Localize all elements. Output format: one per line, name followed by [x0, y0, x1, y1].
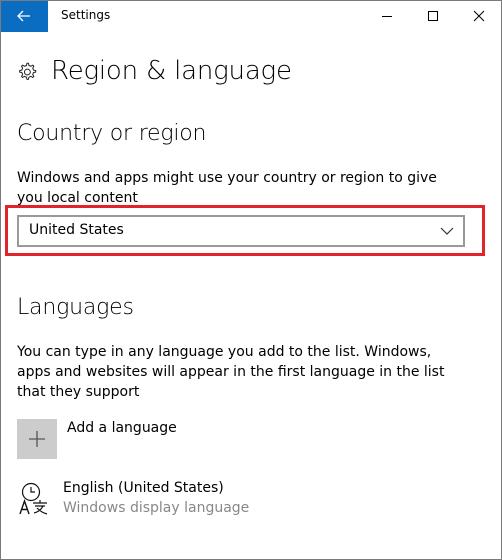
plus-icon [29, 431, 45, 447]
country-section-title: Country or region [17, 121, 207, 146]
country-dropdown[interactable]: United States [17, 215, 465, 247]
add-language-button[interactable] [17, 419, 57, 459]
languages-description: You can type in any language you add to … [17, 344, 445, 400]
language-name[interactable]: English (United States) [63, 480, 224, 496]
minimize-icon [382, 16, 392, 17]
window-title: Settings [61, 8, 111, 22]
close-icon [473, 10, 485, 22]
page-title: Region & language [51, 56, 292, 86]
arrow-left-icon [17, 10, 30, 22]
country-description: Windows and apps might use your country … [17, 170, 437, 206]
title-bar: Settings [0, 0, 502, 32]
language-icon [19, 482, 48, 515]
close-button[interactable] [456, 0, 502, 32]
minimize-button[interactable] [364, 0, 410, 32]
maximize-icon [428, 11, 438, 21]
language-subtitle: Windows display language [63, 500, 250, 516]
back-button[interactable] [0, 0, 48, 32]
country-dropdown-value: United States [29, 222, 124, 238]
languages-section-title: Languages [17, 295, 134, 320]
maximize-button[interactable] [410, 0, 456, 32]
gear-icon [19, 62, 37, 80]
chevron-down-icon [440, 227, 454, 235]
add-language-label[interactable]: Add a language [67, 420, 177, 436]
